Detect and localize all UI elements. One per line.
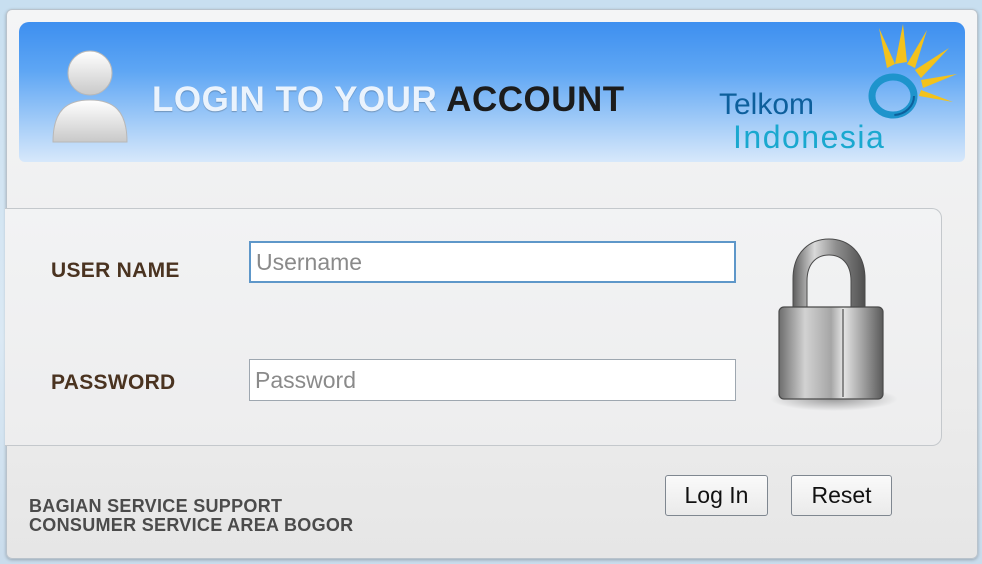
login-button[interactable]: Log In [665,475,768,516]
page-title: LOGIN TO YOUR ACCOUNT [152,80,625,120]
page-title-part1: LOGIN TO YOUR [152,80,447,119]
logo-name: Telkom [719,88,815,121]
telkom-logo: Telkom Indonesia [699,24,961,162]
footer-line-2: CONSUMER SERVICE AREA BOGOR [29,515,354,535]
user-avatar-icon [52,50,128,143]
telkom-sun-icon [868,24,957,119]
logo-subtitle: Indonesia [733,119,886,155]
password-input[interactable] [249,359,736,401]
password-label: PASSWORD [51,371,176,394]
username-input[interactable] [249,241,736,283]
padlock-icon [770,238,898,411]
login-window: LOGIN TO YOUR ACCOUNT Telkom Indonesia U… [5,9,978,559]
footer-line-1: BAGIAN SERVICE SUPPORT [29,496,283,516]
page-title-part2: ACCOUNT [446,80,625,119]
login-header: LOGIN TO YOUR ACCOUNT Telkom Indonesia [19,22,965,162]
reset-button[interactable]: Reset [791,475,892,516]
username-label: USER NAME [51,259,180,282]
